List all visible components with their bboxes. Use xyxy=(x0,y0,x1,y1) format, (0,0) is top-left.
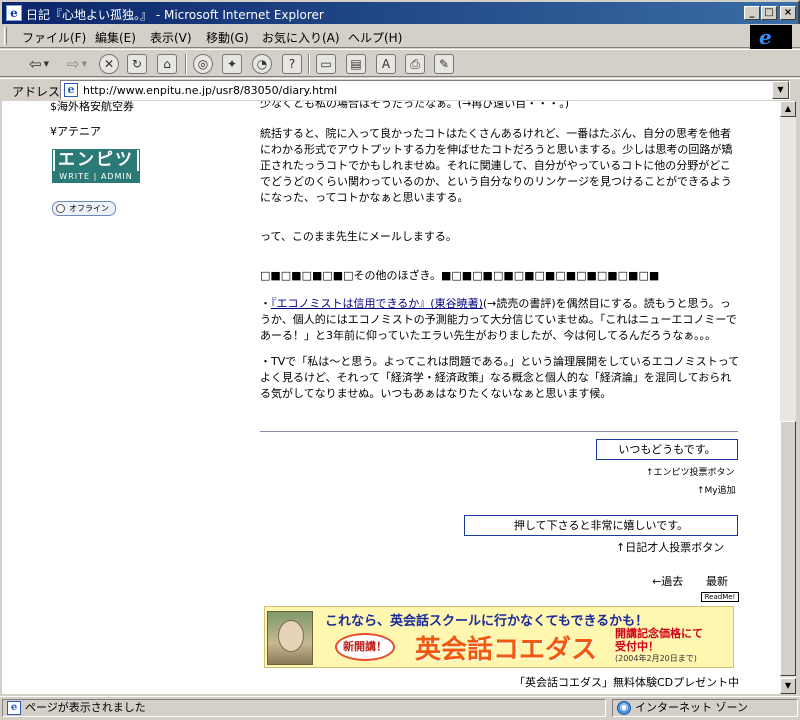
article-paragraph: ・『エコノミストは信用できるか』(東谷暁著)(→読売の書評)を偶然目にする。読も… xyxy=(260,297,737,342)
scroll-down-button[interactable]: ▼ xyxy=(780,678,796,694)
menu-help[interactable]: ヘルプ(H) xyxy=(348,29,402,46)
sidebar-link-flights[interactable]: $海外格安航空券 xyxy=(50,101,134,114)
favorites-icon[interactable]: ✦ xyxy=(222,54,242,74)
minimize-button[interactable]: _ xyxy=(744,6,760,20)
enpitu-logo-text: エンピツ xyxy=(55,150,137,171)
address-input[interactable]: e http://www.enpitu.ne.jp/usr8/83050/dia… xyxy=(60,80,790,100)
zone-text: インターネット ゾーン xyxy=(635,701,748,714)
my-add-link[interactable]: ↑My追加 xyxy=(697,483,736,496)
banner-portrait xyxy=(267,611,313,665)
article-paragraph: ・TVで「私は〜と思う。よってこれは問題である。」という論理展開をしているエコノ… xyxy=(260,355,740,400)
history-icon[interactable]: ◔ xyxy=(252,54,272,74)
forward-button[interactable]: ⇨ ▼ xyxy=(60,53,94,75)
enpitu-logo-subtext: WRITE | ADMIN xyxy=(53,171,139,182)
title-bar: e 日記『心地よい孤独。』 - Microsoft Internet Explo… xyxy=(0,0,800,24)
related-icon[interactable]: ? xyxy=(282,54,302,74)
sidebar-link-atenia[interactable]: ¥アテニア xyxy=(50,123,101,139)
toolbar-separator xyxy=(185,54,187,74)
stop-icon[interactable]: ✕ xyxy=(99,54,119,74)
banner-new-badge: 新開講！ xyxy=(335,633,395,661)
address-bar: アドレス e http://www.enpitu.ne.jp/usr8/8305… xyxy=(0,78,800,100)
nikki-saijin-vote-caption: ↑日記才人投票ボタン xyxy=(616,541,725,554)
internet-zone-icon: ◉ xyxy=(617,701,631,715)
status-bar: e ページが表示されました ◉ インターネット ゾーン xyxy=(0,696,800,720)
back-arrow-icon: ⇦ xyxy=(29,55,42,73)
menu-favorites[interactable]: お気に入り(A) xyxy=(262,29,340,46)
banner-tagline: これなら、英会話スクールに行かなくてもできるかも！ xyxy=(325,614,649,629)
toolbar-separator xyxy=(308,54,310,74)
zone-pane: ◉ インターネット ゾーン xyxy=(612,699,798,717)
enpitu-vote-button[interactable]: いつもどうもです。 xyxy=(596,439,738,460)
article-paragraph: って、このまま先生にメールしまする。 xyxy=(260,230,457,243)
offline-status-badge[interactable]: オフライン xyxy=(52,201,116,216)
prev-entry-link[interactable]: ←過去 xyxy=(652,573,683,589)
banner-product-name: 英会話コエダス xyxy=(415,635,598,665)
menu-view[interactable]: 表示(V) xyxy=(150,29,192,46)
vertical-scrollbar[interactable]: ▲ ▼ xyxy=(780,101,796,694)
scroll-up-button[interactable]: ▲ xyxy=(780,101,796,117)
article-paragraph: 統括すると、院に入って良かったコトはたくさんあるけれど、一番はたぶん、自分の思考… xyxy=(260,127,733,204)
banner-promo: 開講記念価格にて 受付中！ xyxy=(615,627,703,653)
back-dropdown-icon[interactable]: ▼ xyxy=(44,60,49,68)
refresh-icon[interactable]: ↻ xyxy=(127,54,147,74)
ie-throbber-logo: e xyxy=(750,25,792,49)
status-dot-icon xyxy=(56,204,65,213)
banner-promo-date: (2004年2月20日まで) xyxy=(615,654,697,663)
enpitu-logo[interactable]: エンピツ WRITE | ADMIN xyxy=(52,149,140,183)
page-icon: e xyxy=(64,83,78,97)
close-button[interactable]: × xyxy=(780,6,796,20)
font-size-icon[interactable]: A xyxy=(376,54,396,74)
content-divider xyxy=(260,431,738,432)
book-title-link[interactable]: 『エコノミストは信用できるか』 xyxy=(271,297,430,310)
edit-icon[interactable]: ✎ xyxy=(434,54,454,74)
section-heading: □■□■□■□■□その他のほざき。■□■□■□■□■□■□■□■□■□■□■ xyxy=(260,269,660,282)
menu-grip xyxy=(4,27,7,45)
print-icon[interactable]: ⎙ xyxy=(405,54,425,74)
window-title: 日記『心地よい孤独。』 - Microsoft Internet Explore… xyxy=(26,8,324,22)
status-text-pane: e ページが表示されました xyxy=(2,699,606,717)
toolbar: ⇦ ▼ ⇨ ▼ ✕ ↻ ⌂ ◎ ✦ ◔ ? ▭ ▤ A ⎙ ✎ xyxy=(0,49,800,77)
home-icon[interactable]: ⌂ xyxy=(157,54,177,74)
menu-edit[interactable]: 編集(E) xyxy=(95,29,136,46)
menu-file[interactable]: ファイル(F) xyxy=(22,29,86,46)
menu-go[interactable]: 移動(G) xyxy=(206,29,249,46)
menu-bar: ファイル(F) 編集(E) 表示(V) 移動(G) お気に入り(A) ヘルプ(H… xyxy=(0,24,800,48)
enpitu-vote-caption: ↑エンピツ投票ボタン xyxy=(646,468,735,478)
forward-dropdown-icon[interactable]: ▼ xyxy=(82,60,87,68)
page-viewport: $海外格安航空券 ¥アテニア エンピツ WRITE | ADMIN オフライン … xyxy=(2,101,780,694)
readme-badge[interactable]: ReadMe! xyxy=(701,592,739,602)
ad-banner[interactable]: これなら、英会話スクールに行かなくてもできるかも！ 新開講！ 英会話コエダス 開… xyxy=(264,606,734,668)
fullscreen-icon[interactable]: ▭ xyxy=(316,54,336,74)
address-dropdown-icon[interactable]: ▼ xyxy=(772,81,789,99)
forward-arrow-icon: ⇨ xyxy=(67,55,80,73)
ad-caption-link[interactable]: 「英会話コエダス」無料体験CDプレゼント中 xyxy=(514,674,739,690)
latest-entry-link[interactable]: 最新 xyxy=(706,573,728,589)
search-icon[interactable]: ◎ xyxy=(193,54,213,74)
article-paragraph: 少なくとも私の場合はそうだったなぁ。(→再び遠い目・・・。) xyxy=(260,101,570,110)
offline-label: オフライン xyxy=(69,204,109,213)
address-url[interactable]: http://www.enpitu.ne.jp/usr8/83050/diary… xyxy=(83,84,337,97)
page-loaded-icon: e xyxy=(7,701,21,715)
ie-page-icon: e xyxy=(6,5,22,21)
maximize-button[interactable]: □ xyxy=(761,6,777,20)
back-button[interactable]: ⇦ ▼ xyxy=(22,53,56,75)
status-text: ページが表示されました xyxy=(25,701,146,714)
book-author-link[interactable]: (東谷暁著) xyxy=(430,297,483,310)
scroll-thumb[interactable] xyxy=(780,421,796,676)
mail-icon[interactable]: ▤ xyxy=(346,54,366,74)
address-label: アドレス xyxy=(12,85,61,99)
nikki-saijin-vote-button[interactable]: 押して下さると非常に嬉しいです。 xyxy=(464,515,738,536)
